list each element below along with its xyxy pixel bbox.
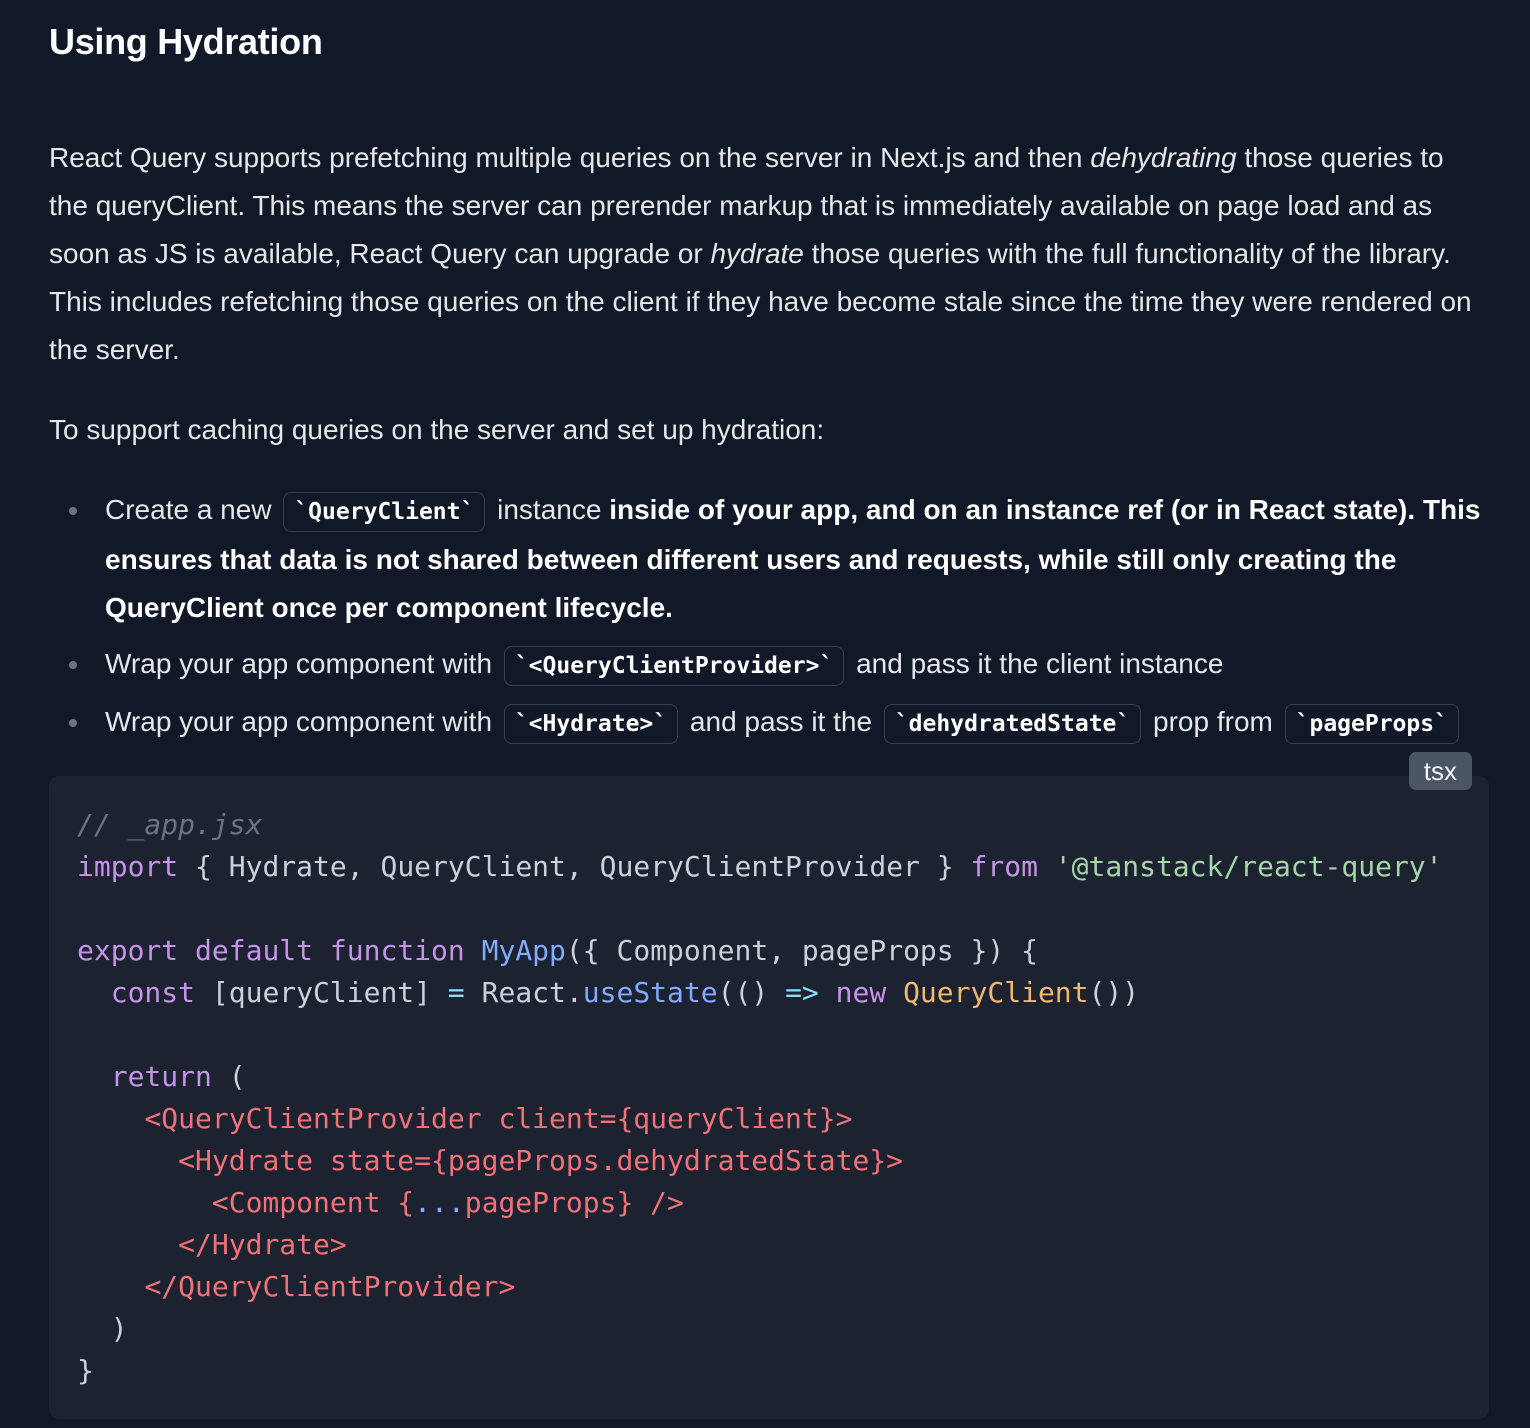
intro-text-1: React Query supports prefetching multipl…: [49, 142, 1091, 173]
step-text: Wrap your app component with: [105, 706, 500, 737]
intro-paragraph: React Query supports prefetching multipl…: [49, 134, 1489, 374]
step-text: Create a new: [105, 494, 280, 525]
emphasis-dehydrating: dehydrating: [1090, 142, 1237, 173]
list-item: Wrap your app component with `<Hydrate>`…: [69, 698, 1489, 748]
step-text: instance: [489, 494, 610, 525]
code-line: </QueryClientProvider>: [144, 1270, 516, 1303]
code-line: import { Hydrate, QueryClient, QueryClie…: [77, 850, 1443, 883]
code-line: ): [77, 1312, 128, 1345]
code-line: const [queryClient] = React.useState(() …: [110, 976, 1140, 1009]
step-text: and pass it the client instance: [848, 648, 1224, 679]
inline-code-queryclientprovider: `<QueryClientProvider>`: [503, 646, 845, 686]
code-line: <Hydrate state={pageProps.dehydratedStat…: [178, 1144, 904, 1177]
setup-steps-list: Create a new `QueryClient` instance insi…: [49, 486, 1489, 748]
code-line: return (: [110, 1060, 246, 1093]
emphasis-hydrate: hydrate: [710, 238, 804, 269]
code-content: // _app.jsx import { Hydrate, QueryClien…: [77, 804, 1461, 1392]
language-badge: tsx: [1408, 752, 1472, 790]
code-line: // _app.jsx: [77, 808, 263, 841]
step-text: prop from: [1145, 706, 1281, 737]
code-line: export default function MyApp({ Componen…: [77, 934, 1038, 967]
code-line: </Hydrate>: [178, 1228, 347, 1261]
setup-paragraph: To support caching queries on the server…: [49, 414, 825, 445]
code-line: <QueryClientProvider client={queryClient…: [144, 1102, 853, 1135]
docs-page: Using Hydration React Query supports pre…: [0, 0, 1530, 1428]
section-heading: Using Hydration: [49, 21, 323, 62]
list-item: Create a new `QueryClient` instance insi…: [69, 486, 1489, 632]
inline-code-pageprops: `pageProps`: [1284, 704, 1459, 744]
code-line: <Component {...pageProps} />: [211, 1186, 684, 1219]
step-text: Wrap your app component with: [105, 648, 500, 679]
inline-code-queryclient: `QueryClient`: [283, 492, 486, 532]
code-line: }: [77, 1354, 94, 1387]
code-block[interactable]: // _app.jsx import { Hydrate, QueryClien…: [49, 776, 1489, 1419]
inline-code-dehydratedstate: `dehydratedState`: [883, 704, 1142, 744]
list-item: Wrap your app component with `<QueryClie…: [69, 640, 1489, 690]
code-block-container: tsx // _app.jsx import { Hydrate, QueryC…: [49, 752, 1489, 1419]
inline-code-hydrate: `<Hydrate>`: [503, 704, 679, 744]
step-text: and pass it the: [682, 706, 880, 737]
